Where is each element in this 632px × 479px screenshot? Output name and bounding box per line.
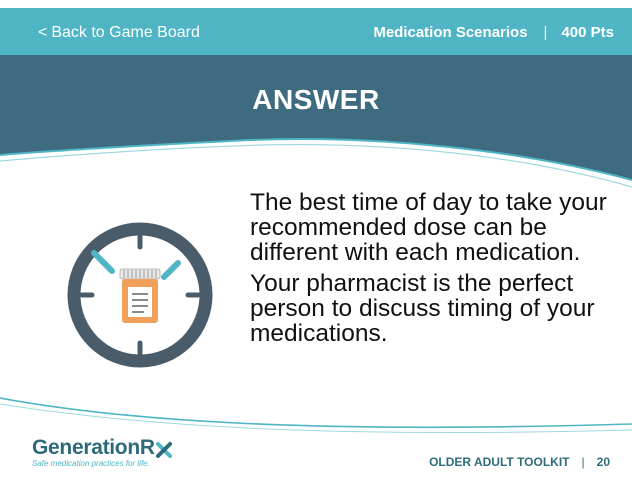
top-bar: < Back to Game Board Medication Scenarios… [0,8,632,55]
slide: < Back to Game Board Medication Scenarios… [0,0,632,479]
rx-logo-icon [155,441,172,458]
generationrx-logo: GenerationR Safe medication practices fo… [32,436,172,468]
toolkit-label: OLDER ADULT TOOLKIT [429,455,570,469]
footer-separator: | [581,455,585,469]
category-points: Medication Scenarios | 400 Pts [373,24,614,41]
answer-paragraph: The best time of day to take your recomm… [250,189,607,266]
brand-tagline: Safe medication practices for life. [32,459,150,468]
back-link-label: Back to Game Board [51,24,200,41]
points-label: 400 Pts [561,24,614,41]
back-to-game-board-link[interactable]: < Back to Game Board [38,24,200,42]
page-number: 20 [596,455,610,469]
answer-title: ANSWER [252,84,380,115]
footer-info: OLDER ADULT TOOLKIT | 20 [429,455,610,469]
chevron-left-icon: < [38,24,48,41]
category-label: Medication Scenarios [373,24,528,41]
answer-banner [0,55,632,188]
answer-paragraph: Your pharmacist is the perfect person to… [250,270,595,347]
clock-with-pill-bottle-icon [67,222,213,368]
topbar-separator: | [543,24,548,41]
brand-name: GenerationR [32,436,155,459]
answer-text: The best time of day to take your recomm… [250,190,620,352]
